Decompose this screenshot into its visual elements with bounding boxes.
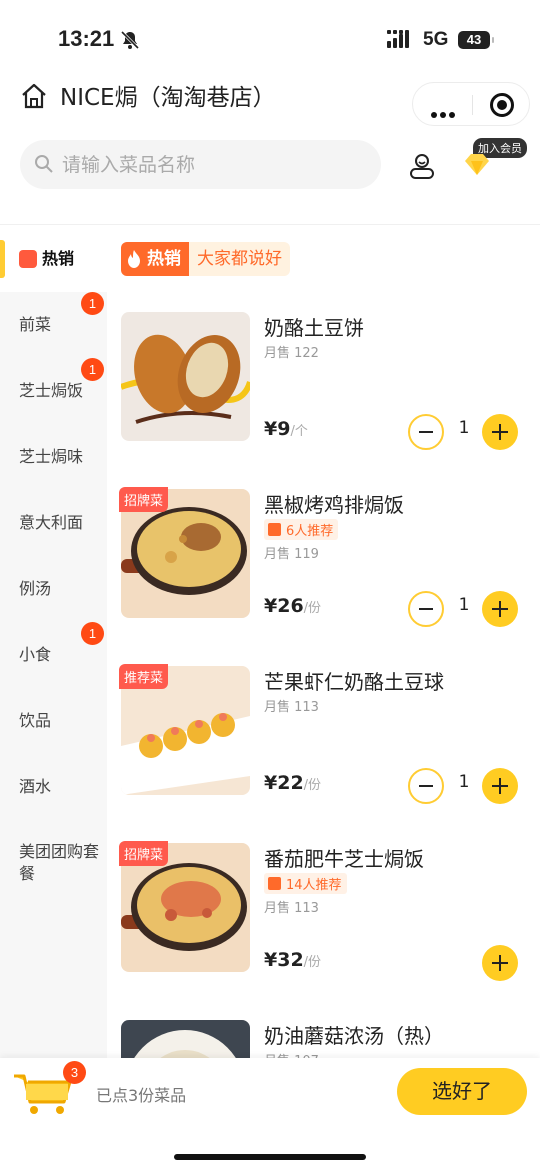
dish-image — [121, 312, 250, 441]
dish-item[interactable]: 招牌菜 黑椒烤鸡排焗饭 6人推荐 月售 119 ¥26/份 1 — [119, 487, 531, 627]
signature-dish-tag: 招牌菜 — [119, 841, 169, 866]
increase-button[interactable] — [482, 414, 518, 450]
home-icon[interactable] — [20, 82, 48, 110]
monthly-sales: 月售 119 — [264, 547, 319, 562]
sidebar-item-hot[interactable]: 热销 — [0, 226, 107, 292]
sidebar-item-drinks[interactable]: 饮品 — [0, 688, 107, 754]
cart-bar: 3 已点3份菜品 选好了 — [0, 1058, 540, 1171]
dish-name: 芒果虾仁奶酪土豆球 — [264, 670, 444, 694]
dish-image — [121, 1020, 250, 1058]
monthly-sales: 月售 107 — [264, 1050, 319, 1058]
count-badge: 1 — [81, 622, 104, 645]
mini-program-capsule — [412, 82, 530, 126]
sidebar-item-snacks[interactable]: 小食 1 — [0, 622, 107, 688]
recommend-badge: 14人推荐 — [264, 873, 347, 894]
increase-button[interactable] — [482, 945, 518, 981]
signal-icon — [387, 30, 409, 48]
recommended-dish-tag: 推荐菜 — [119, 664, 169, 689]
dish-name: 番茄肥牛芝士焗饭 — [264, 847, 424, 871]
signature-dish-tag: 招牌菜 — [119, 487, 169, 512]
dish-item[interactable]: 奶油蘑菇浓汤（热） 月售 107 — [121, 1020, 531, 1058]
decrease-button[interactable] — [408, 414, 444, 450]
checkout-button[interactable]: 选好了 — [397, 1068, 527, 1115]
sidebar-item-cheese-rice[interactable]: 芝士焗饭 1 — [0, 358, 107, 424]
home-indicator — [174, 1154, 366, 1160]
dish-name: 奶酪土豆饼 — [264, 316, 364, 340]
sidebar-item-cheese-baked[interactable]: 芝士焗味 — [0, 424, 107, 490]
cart-summary: 已点3份菜品 — [96, 1086, 187, 1105]
dish-price: ¥32/份 — [264, 949, 322, 971]
fire-icon — [128, 250, 140, 268]
bell-muted-icon — [120, 30, 140, 50]
search-input[interactable] — [62, 150, 362, 179]
sidebar-item-pasta[interactable]: 意大利面 — [0, 490, 107, 556]
dish-price: ¥22/份 — [264, 772, 322, 794]
section-header: 热销 大家都说好 — [121, 242, 290, 276]
dish-name: 黑椒烤鸡排焗饭 — [264, 493, 404, 517]
more-icon[interactable] — [431, 103, 458, 122]
count-badge: 1 — [81, 292, 104, 315]
sidebar-item-alcohol[interactable]: 酒水 — [0, 754, 107, 820]
count-badge: 1 — [81, 358, 104, 381]
quantity: 1 — [458, 772, 470, 792]
sidebar-item-soup[interactable]: 例汤 — [0, 556, 107, 622]
dish-name: 奶油蘑菇浓汤（热） — [264, 1024, 444, 1048]
category-sidebar: 热销 前菜 1 芝士焗饭 1 芝士焗味 意大利面 例汤 小食 1 饮品 酒水 美… — [0, 226, 107, 1060]
network-type: 5G — [423, 29, 449, 50]
sidebar-item-group-deal[interactable]: 美团团购套餐 — [0, 826, 107, 900]
monthly-sales: 月售 113 — [264, 700, 319, 715]
battery-icon: 43 — [458, 31, 494, 49]
sidebar-item-appetizer[interactable]: 前菜 1 — [0, 292, 107, 358]
diamond-icon[interactable] — [463, 150, 491, 178]
increase-button[interactable] — [482, 768, 518, 804]
decrease-button[interactable] — [408, 591, 444, 627]
search-icon — [35, 155, 53, 173]
dish-item[interactable]: 奶酪土豆饼 月售 122 ¥9/个 1 — [121, 312, 531, 450]
status-time: 13:21 — [58, 26, 115, 51]
store-title: NICE焗（淘淘巷店） — [60, 85, 276, 111]
monthly-sales: 月售 113 — [264, 901, 319, 916]
status-bar: 13:21 5G 43 — [0, 0, 540, 80]
monthly-sales: 月售 122 — [264, 346, 319, 361]
dish-item[interactable]: 推荐菜 芒果虾仁奶酪土豆球 月售 113 ¥22/份 1 — [119, 664, 531, 804]
close-target-icon[interactable] — [490, 93, 514, 117]
quantity: 1 — [458, 595, 470, 615]
decrease-button[interactable] — [408, 768, 444, 804]
recommend-badge: 6人推荐 — [264, 519, 339, 540]
dish-price: ¥9/个 — [264, 418, 308, 440]
quantity: 1 — [458, 418, 470, 438]
search-bar[interactable] — [20, 140, 381, 189]
fire-icon — [19, 250, 37, 268]
cart-count-badge: 3 — [63, 1061, 86, 1084]
increase-button[interactable] — [482, 591, 518, 627]
dish-item[interactable]: 招牌菜 番茄肥牛芝士焗饭 14人推荐 月售 113 ¥32/份 — [119, 841, 531, 981]
user-icon[interactable] — [408, 152, 436, 180]
section-subtitle: 大家都说好 — [189, 242, 290, 276]
dish-price: ¥26/份 — [264, 595, 322, 617]
hot-tag: 热销 — [121, 242, 189, 276]
